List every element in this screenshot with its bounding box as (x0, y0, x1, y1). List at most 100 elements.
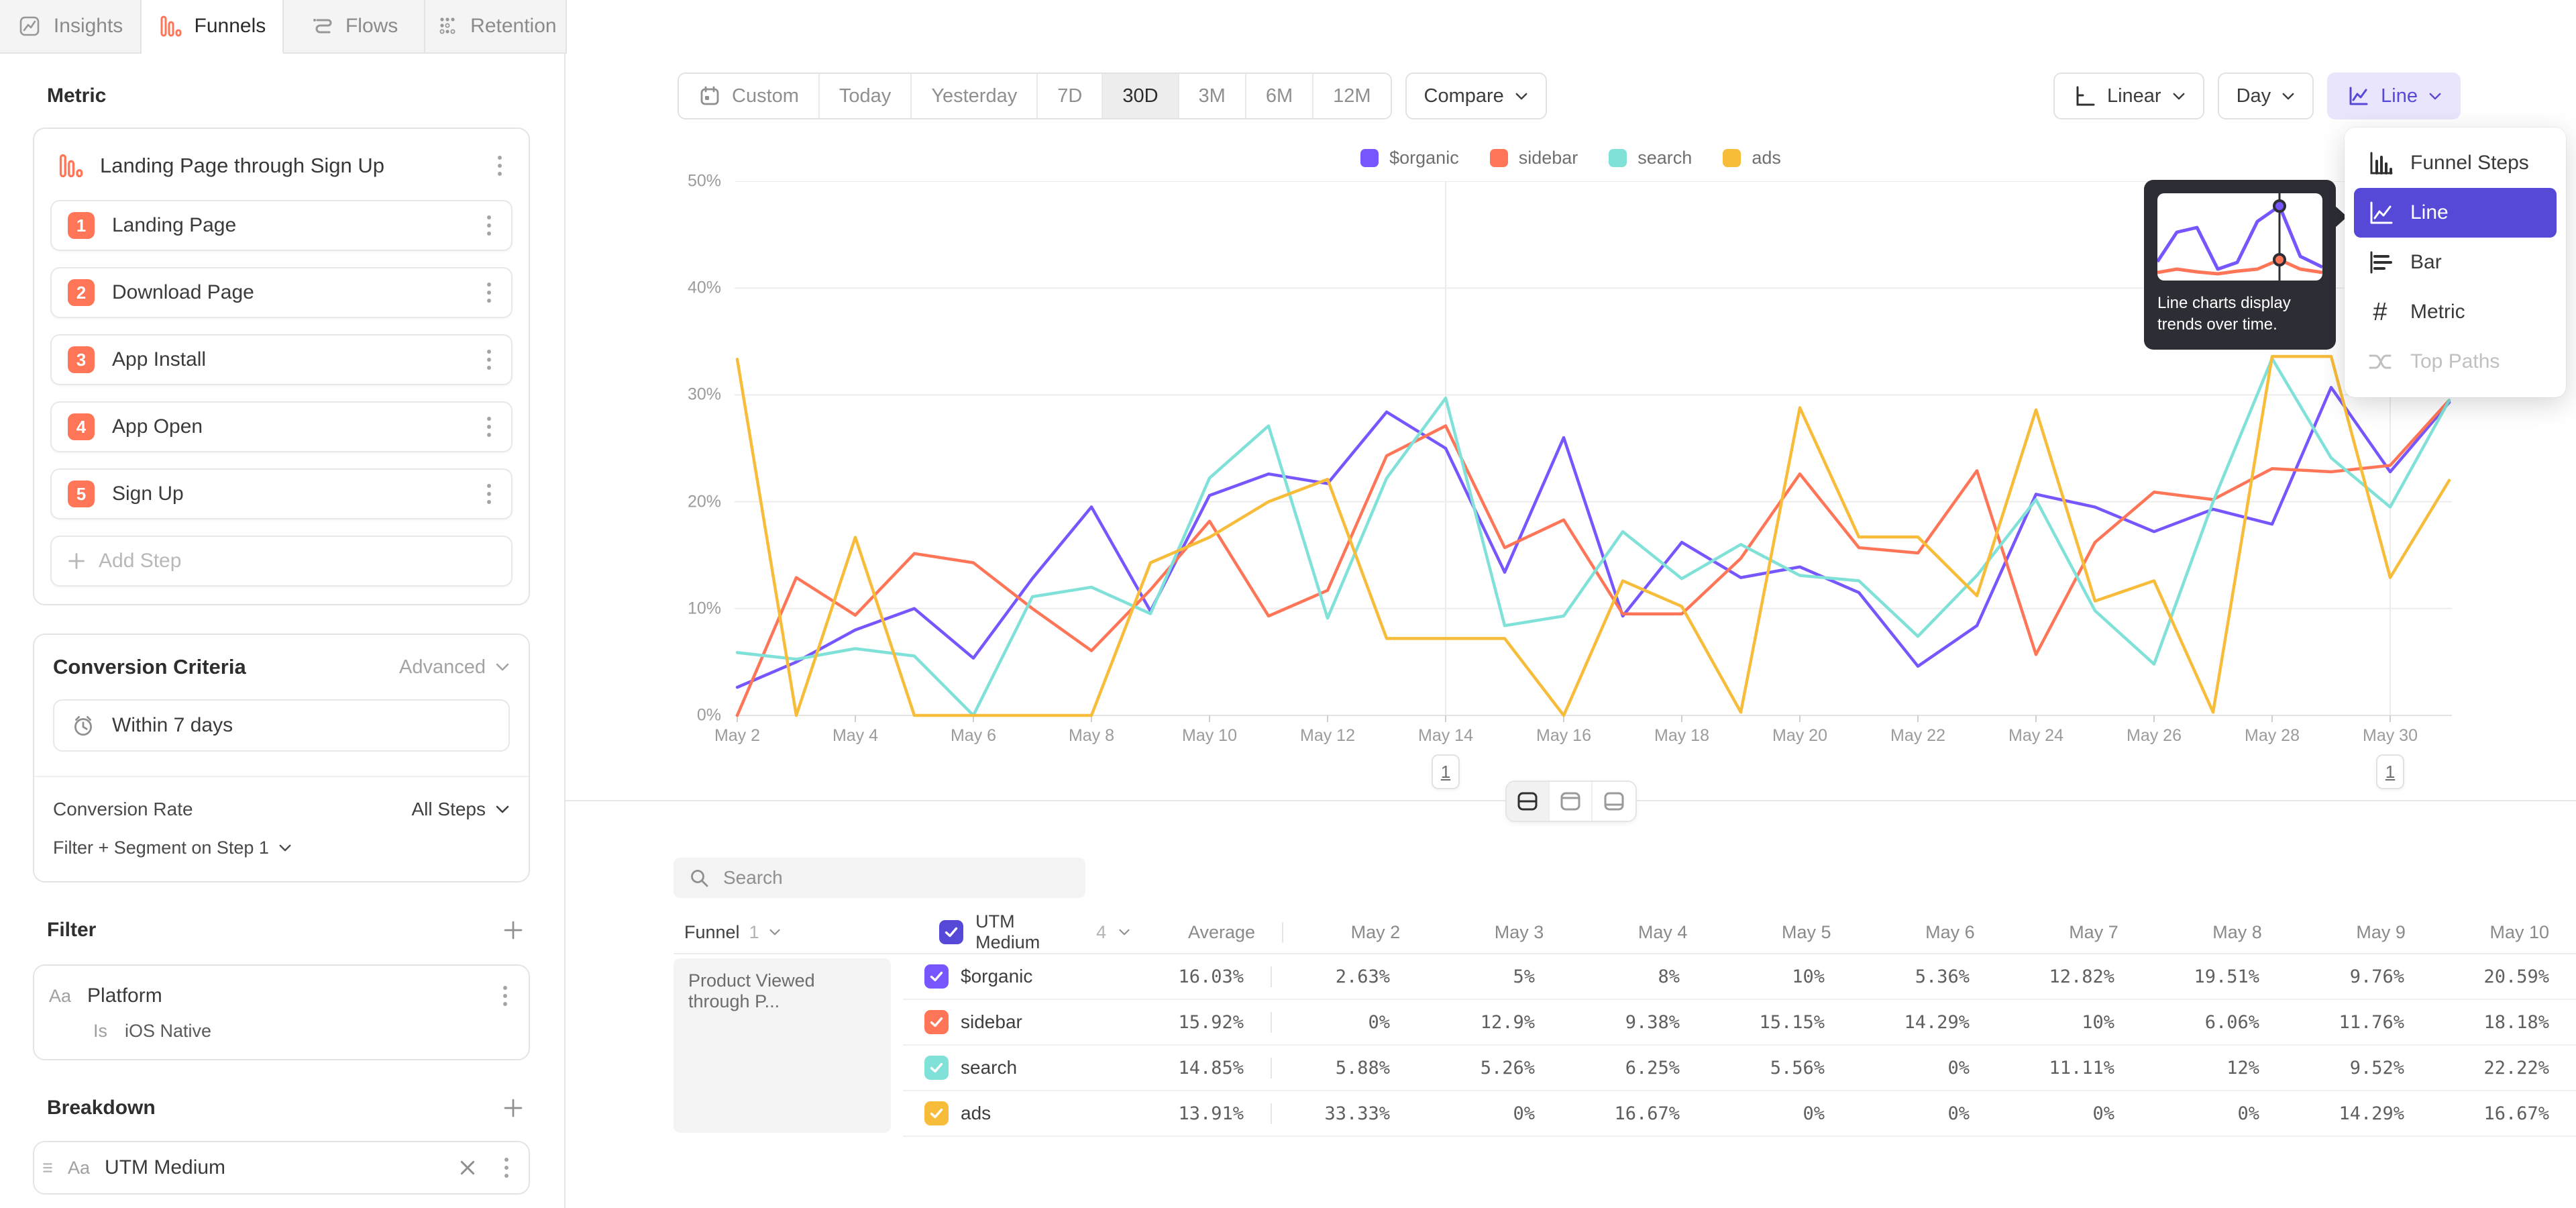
layout-table-only-button[interactable] (1593, 782, 1635, 821)
range-7d[interactable]: 7D (1038, 74, 1103, 118)
menu-item-top-paths[interactable]: Top Paths (2354, 337, 2557, 387)
kebab-icon[interactable] (480, 279, 498, 307)
remove-breakdown-icon[interactable] (452, 1156, 483, 1179)
conversion-window-label: Within 7 days (112, 714, 233, 737)
range-6m[interactable]: 6M (1246, 74, 1313, 118)
range-30d[interactable]: 30D (1103, 74, 1179, 118)
breakdown-card[interactable]: Aa UTM Medium (33, 1141, 530, 1195)
layout-chart-only-button[interactable] (1550, 782, 1593, 821)
add-step-button[interactable]: Add Step (50, 536, 513, 587)
metric-title-row[interactable]: Landing Page through Sign Up (50, 144, 513, 184)
conversion-window[interactable]: Within 7 days (53, 699, 510, 752)
day-column-header[interactable]: May 10 (2432, 922, 2576, 943)
range-today[interactable]: Today (820, 74, 912, 118)
series-line-organic[interactable] (737, 387, 2449, 687)
tab-funnels[interactable]: Funnels (142, 0, 283, 54)
legend-label: ads (1752, 148, 1781, 168)
menu-item-label: Metric (2410, 301, 2465, 323)
range-12m[interactable]: 12M (1313, 74, 1390, 118)
kebab-icon[interactable] (496, 982, 514, 1010)
filter-segment-dropdown[interactable]: Filter + Segment on Step 1 (53, 838, 510, 858)
series-line-search[interactable] (737, 358, 2449, 715)
breakdown-column-header[interactable]: UTM Medium 4 (918, 911, 1130, 953)
row-checkbox[interactable] (924, 1010, 949, 1034)
filter-condition[interactable]: Is iOS Native (93, 1021, 514, 1042)
tab-flows[interactable]: Flows (284, 0, 425, 52)
day-column-header[interactable]: May 7 (2002, 922, 2145, 943)
conversion-rate-dropdown[interactable]: All Steps (412, 799, 511, 820)
kebab-icon[interactable] (480, 211, 498, 240)
legend-item[interactable]: ads (1723, 148, 1781, 168)
drag-handle-icon[interactable] (42, 1162, 53, 1174)
range-3m[interactable]: 3M (1179, 74, 1246, 118)
menu-item-label: Line (2410, 201, 2449, 224)
chevron-down-icon (1515, 92, 1528, 101)
row-checkbox[interactable] (924, 964, 949, 989)
kebab-icon[interactable] (498, 1154, 515, 1182)
funnel-step[interactable]: 1Landing Page (50, 200, 513, 251)
menu-item-funnel-steps[interactable]: Funnel Steps (2354, 138, 2557, 188)
advanced-dropdown[interactable]: Advanced (399, 656, 510, 678)
annotation-badge[interactable]: 1 (2376, 754, 2404, 789)
day-column-header[interactable]: May 4 (1570, 922, 1714, 943)
average-column-header[interactable]: Average (1130, 922, 1283, 943)
day-column-header[interactable]: May 6 (1858, 922, 2002, 943)
table-row[interactable]: ads13.91%33.33%0%16.67%0%0%0%0%14.29%16.… (903, 1091, 2576, 1137)
legend-item[interactable]: $organic (1360, 148, 1459, 168)
series-name: search (961, 1057, 1017, 1078)
conversion-criteria-card: Conversion Criteria Advanced Within 7 da… (33, 634, 530, 883)
funnel-step[interactable]: 2Download Page (50, 267, 513, 318)
select-all-checkbox[interactable] (939, 920, 963, 944)
funnel-step[interactable]: 4App Open (50, 401, 513, 452)
interval-dropdown[interactable]: Day (2218, 72, 2314, 119)
layout-split-button[interactable] (1507, 782, 1550, 821)
filter-property-row[interactable]: Aa Platform (49, 982, 514, 1010)
table-row[interactable]: search14.85%5.88%5.26%6.25%5.56%0%11.11%… (903, 1046, 2576, 1091)
series-name: $organic (961, 966, 1032, 987)
step-number-badge: 3 (68, 346, 95, 373)
funnel-column-header[interactable]: Funnel 1 (674, 922, 918, 943)
chevron-down-icon (2172, 92, 2186, 101)
range-yesterday[interactable]: Yesterday (912, 74, 1038, 118)
compare-button[interactable]: Compare (1405, 72, 1547, 119)
legend-item[interactable]: sidebar (1490, 148, 1578, 168)
x-axis-label: May 12 (1300, 726, 1355, 746)
menu-item-line[interactable]: Line (2354, 188, 2557, 238)
y-axis-label: 10% (688, 599, 721, 618)
kebab-icon[interactable] (480, 480, 498, 508)
add-filter-button[interactable] (503, 920, 523, 940)
annotation-badge[interactable]: 1 (1432, 754, 1460, 789)
day-column-header[interactable]: May 5 (1714, 922, 1858, 943)
chart-type-dropdown[interactable]: Line (2327, 72, 2461, 119)
day-column-header[interactable]: May 2 (1283, 922, 1427, 943)
funnel-name[interactable]: Product Viewed through P... (674, 958, 891, 1133)
day-column-header[interactable]: May 9 (2289, 922, 2432, 943)
table-row[interactable]: $organic16.03%2.63%5%8%10%5.36%12.82%19.… (903, 954, 2576, 1000)
x-axis-label: May 24 (2008, 726, 2063, 746)
kebab-icon[interactable] (480, 413, 498, 441)
funnel-step[interactable]: 5Sign Up (50, 468, 513, 519)
search-input[interactable]: Search (674, 858, 1085, 898)
range-custom[interactable]: Custom (679, 74, 820, 118)
day-column-header[interactable]: May 8 (2145, 922, 2289, 943)
kebab-icon[interactable] (491, 152, 508, 180)
legend-item[interactable]: search (1609, 148, 1692, 168)
step-number-badge: 2 (68, 279, 95, 306)
series-line-ads[interactable] (737, 356, 2449, 715)
funnel-name-cell[interactable]: Product Viewed through P... (674, 954, 903, 1137)
add-breakdown-button[interactable] (503, 1098, 523, 1118)
kebab-icon[interactable] (480, 346, 498, 374)
funnel-step[interactable]: 3App Install (50, 334, 513, 385)
table-row[interactable]: sidebar15.92%0%12.9%9.38%15.15%14.29%10%… (903, 1000, 2576, 1046)
menu-item-bar[interactable]: Bar (2354, 238, 2557, 287)
row-checkbox[interactable] (924, 1101, 949, 1125)
plus-icon (68, 552, 85, 570)
menu-item-metric[interactable]: # Metric (2354, 287, 2557, 337)
row-checkbox[interactable] (924, 1056, 949, 1080)
query-sidebar: Metric Landing Page through Sign Up 1Lan… (0, 54, 566, 1208)
tab-insights[interactable]: Insights (0, 0, 142, 52)
scale-dropdown[interactable]: Linear (2053, 72, 2204, 119)
day-column-header[interactable]: May 3 (1427, 922, 1570, 943)
top-tab-bar: Insights Funnels Flows Retention (0, 0, 2576, 54)
tab-retention[interactable]: Retention (425, 0, 567, 52)
